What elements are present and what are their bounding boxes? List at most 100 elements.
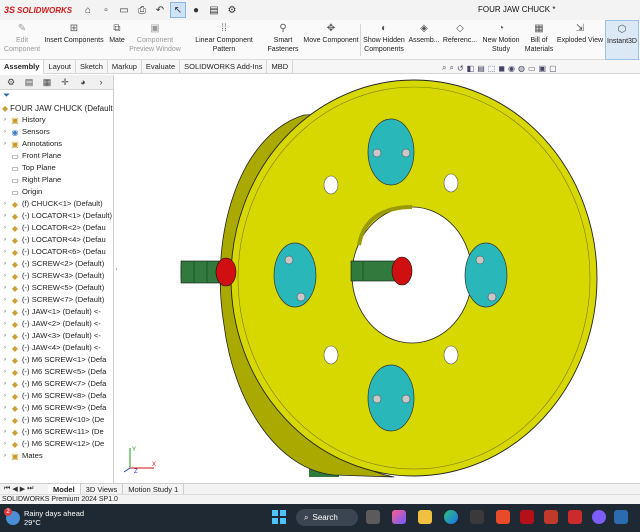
dynamic-annotation-icon[interactable]: ▤ — [477, 64, 485, 73]
rebuild-icon[interactable]: ● — [188, 2, 204, 18]
smart-fasteners-button[interactable]: ⚲ Smart Fasteners — [266, 20, 300, 60]
bill-of-materials-button[interactable]: ▦ Bill of Materials — [523, 20, 555, 60]
tree-item[interactable]: › ◆ (-) LOCATOR<4> (Defau — [0, 234, 113, 246]
tree-item[interactable]: › ◆ (-) M6 SCREW<11> (De — [0, 426, 113, 438]
tree-item[interactable]: › ◆ (-) M6 SCREW<7> (Defa — [0, 378, 113, 390]
copilot-icon[interactable] — [392, 510, 406, 524]
tree-root-assembly[interactable]: ◆ FOUR JAW CHUCK (Default — [0, 102, 113, 114]
tree-item[interactable]: › ◆ (-) LOCATOR<2> (Defau — [0, 222, 113, 234]
zoom-to-area-icon[interactable]: ⌕ — [449, 63, 453, 73]
select-icon[interactable]: ↖ — [170, 2, 186, 18]
task-view-icon[interactable] — [366, 510, 380, 524]
tree-item[interactable]: › ◆ (f) CHUCK<1> (Default) — [0, 198, 113, 210]
tree-item[interactable]: › ◆ (-) M6 SCREW<1> (Defa — [0, 354, 113, 366]
tab-solidworks-add-ins[interactable]: SOLIDWORKS Add-Ins — [180, 60, 268, 74]
tab-evaluate[interactable]: Evaluate — [142, 60, 181, 74]
file-properties-icon[interactable]: ▤ — [206, 2, 222, 18]
file-explorer-icon[interactable] — [418, 510, 432, 524]
tree-item[interactable]: ▭ Front Plane — [0, 150, 113, 162]
view-settings-icon[interactable]: ▣ — [539, 64, 547, 73]
print-icon[interactable]: ⎙ — [134, 2, 150, 18]
options-icon[interactable]: ⚙ — [224, 2, 240, 18]
tree-item[interactable]: › ◆ (-) JAW<4> (Default) <- — [0, 342, 113, 354]
tab-layout[interactable]: Layout — [44, 60, 76, 74]
home-icon[interactable]: ⌂ — [80, 2, 96, 18]
show-hidden-components-button[interactable]: ◐ Show Hidden Components — [362, 20, 406, 60]
tree-item[interactable]: › ◆ (-) JAW<2> (Default) <- — [0, 318, 113, 330]
instant3d-button[interactable]: ⬡ Instant3D — [605, 20, 639, 60]
model-tab-model[interactable]: Model — [48, 483, 81, 495]
tree-item[interactable]: › ◆ (-) JAW<1> (Default) <- — [0, 306, 113, 318]
section-view-icon[interactable]: ◧ — [467, 64, 475, 73]
tree-item[interactable]: › ◆ (-) LOCATOR<6> (Defau — [0, 246, 113, 258]
tree-item[interactable]: › ◆ (-) LOCATOR<1> (Default) — [0, 210, 113, 222]
edge-browser-icon[interactable] — [444, 510, 458, 524]
view-orientation-icon[interactable]: ⬚ — [488, 64, 496, 73]
display-style-icon[interactable]: ◼ — [498, 64, 505, 73]
next-tab-icon[interactable]: ▶ — [20, 485, 25, 493]
dimxpert-tab-icon[interactable]: ✛ — [58, 76, 72, 88]
move-component-button[interactable]: ✥ Move Component — [302, 20, 360, 60]
apply-scene-icon[interactable]: ▭ — [528, 64, 536, 73]
outlook-icon[interactable] — [614, 510, 628, 524]
property-manager-tab-icon[interactable]: ▤ — [22, 76, 36, 88]
store-icon[interactable] — [470, 510, 484, 524]
configuration-manager-tab-icon[interactable]: ▦ — [40, 76, 54, 88]
component-preview-button[interactable]: ▣ Component Preview Window — [128, 20, 182, 60]
monitor-icon[interactable]: ▢ — [549, 64, 557, 73]
last-tab-icon[interactable]: ⏭ — [27, 485, 33, 493]
linear-component-pattern-button[interactable]: ⁞⁞ Linear Component Pattern — [183, 20, 265, 60]
tree-item[interactable]: › ◆ (-) M6 SCREW<10> (De — [0, 414, 113, 426]
panel-expand-icon[interactable]: › — [94, 76, 108, 88]
hide-show-items-icon[interactable]: ◉ — [508, 64, 515, 73]
tree-item[interactable]: › ◆ (-) SCREW<7> (Default) — [0, 294, 113, 306]
assembly-features-button[interactable]: ◈ Assemb... — [408, 20, 440, 60]
windows-start-icon[interactable] — [272, 510, 286, 524]
edit-appearance-icon[interactable]: ◍ — [518, 64, 525, 73]
tab-mbd[interactable]: MBD — [267, 60, 294, 74]
graphics-viewport[interactable] — [119, 75, 640, 483]
office-icon[interactable] — [496, 510, 510, 524]
tree-item[interactable]: ▭ Right Plane — [0, 174, 113, 186]
tree-item[interactable]: › ◆ (-) M6 SCREW<12> (De — [0, 438, 113, 450]
tree-item[interactable]: › ◉ Sensors — [0, 126, 113, 138]
solidworks-taskbar-icon[interactable] — [544, 510, 558, 524]
tab-sketch[interactable]: Sketch — [76, 60, 108, 74]
mcafee-icon[interactable] — [520, 510, 534, 524]
previous-view-icon[interactable]: ↺ — [457, 64, 464, 73]
tab-assembly[interactable]: Assembly — [0, 60, 45, 74]
tree-item[interactable]: › ◆ (-) M6 SCREW<5> (Defa — [0, 366, 113, 378]
tree-item[interactable]: › ◆ (-) JAW<3> (Default) <- — [0, 330, 113, 342]
insert-components-button[interactable]: ⊞ Insert Components — [43, 20, 105, 60]
tree-item[interactable]: ▭ Top Plane — [0, 162, 113, 174]
tab-scroll-arrows[interactable]: ⏮ ◀ ▶ ⏭ — [0, 485, 48, 493]
tree-item[interactable]: › ◆ (-) M6 SCREW<8> (Defa — [0, 390, 113, 402]
prev-tab-icon[interactable]: ◀ — [12, 485, 17, 493]
tree-item[interactable]: › ◆ (-) SCREW<2> (Default) — [0, 258, 113, 270]
tree-item[interactable]: ▭ Origin — [0, 186, 113, 198]
tree-item[interactable]: › ◆ (-) M6 SCREW<9> (Defa — [0, 402, 113, 414]
display-manager-tab-icon[interactable]: ◕ — [76, 76, 90, 88]
zoom-to-fit-icon[interactable]: ⌕ — [442, 63, 446, 73]
tree-item[interactable]: › ▣ Annotations — [0, 138, 113, 150]
pdf-reader-icon[interactable] — [568, 510, 582, 524]
feature-tree-tab-icon[interactable]: ⚙ — [4, 76, 18, 88]
exploded-view-button[interactable]: ⇲ Exploded View — [556, 20, 604, 60]
taskbar-search-box[interactable]: ⌕ Search — [296, 509, 358, 526]
new-motion-study-button[interactable]: ◔ New Motion Study — [480, 20, 522, 60]
new-document-icon[interactable]: ▫ — [98, 2, 114, 18]
tree-item[interactable]: › ▣ Mates — [0, 450, 113, 462]
model-tab-motion-study-1[interactable]: Motion Study 1 — [123, 483, 185, 495]
first-tab-icon[interactable]: ⏮ — [4, 485, 10, 493]
chat-app-icon[interactable] — [592, 510, 606, 524]
model-tab-3d-views[interactable]: 3D Views — [81, 483, 124, 495]
undo-icon[interactable]: ↶ — [152, 2, 168, 18]
tab-markup[interactable]: Markup — [108, 60, 142, 74]
edit-component-button[interactable]: ✎ Edit Component — [2, 20, 42, 60]
solidworks-logo[interactable]: 3S SOLIDWORKS — [0, 5, 80, 15]
reference-geometry-button[interactable]: ◇ Referenc... — [442, 20, 478, 60]
filter-icon[interactable]: ⏷ — [0, 90, 113, 102]
tree-item[interactable]: › ◆ (-) SCREW<3> (Default) — [0, 270, 113, 282]
tree-item[interactable]: › ◆ (-) SCREW<5> (Default) — [0, 282, 113, 294]
mate-button[interactable]: ⧉ Mate — [106, 20, 128, 60]
